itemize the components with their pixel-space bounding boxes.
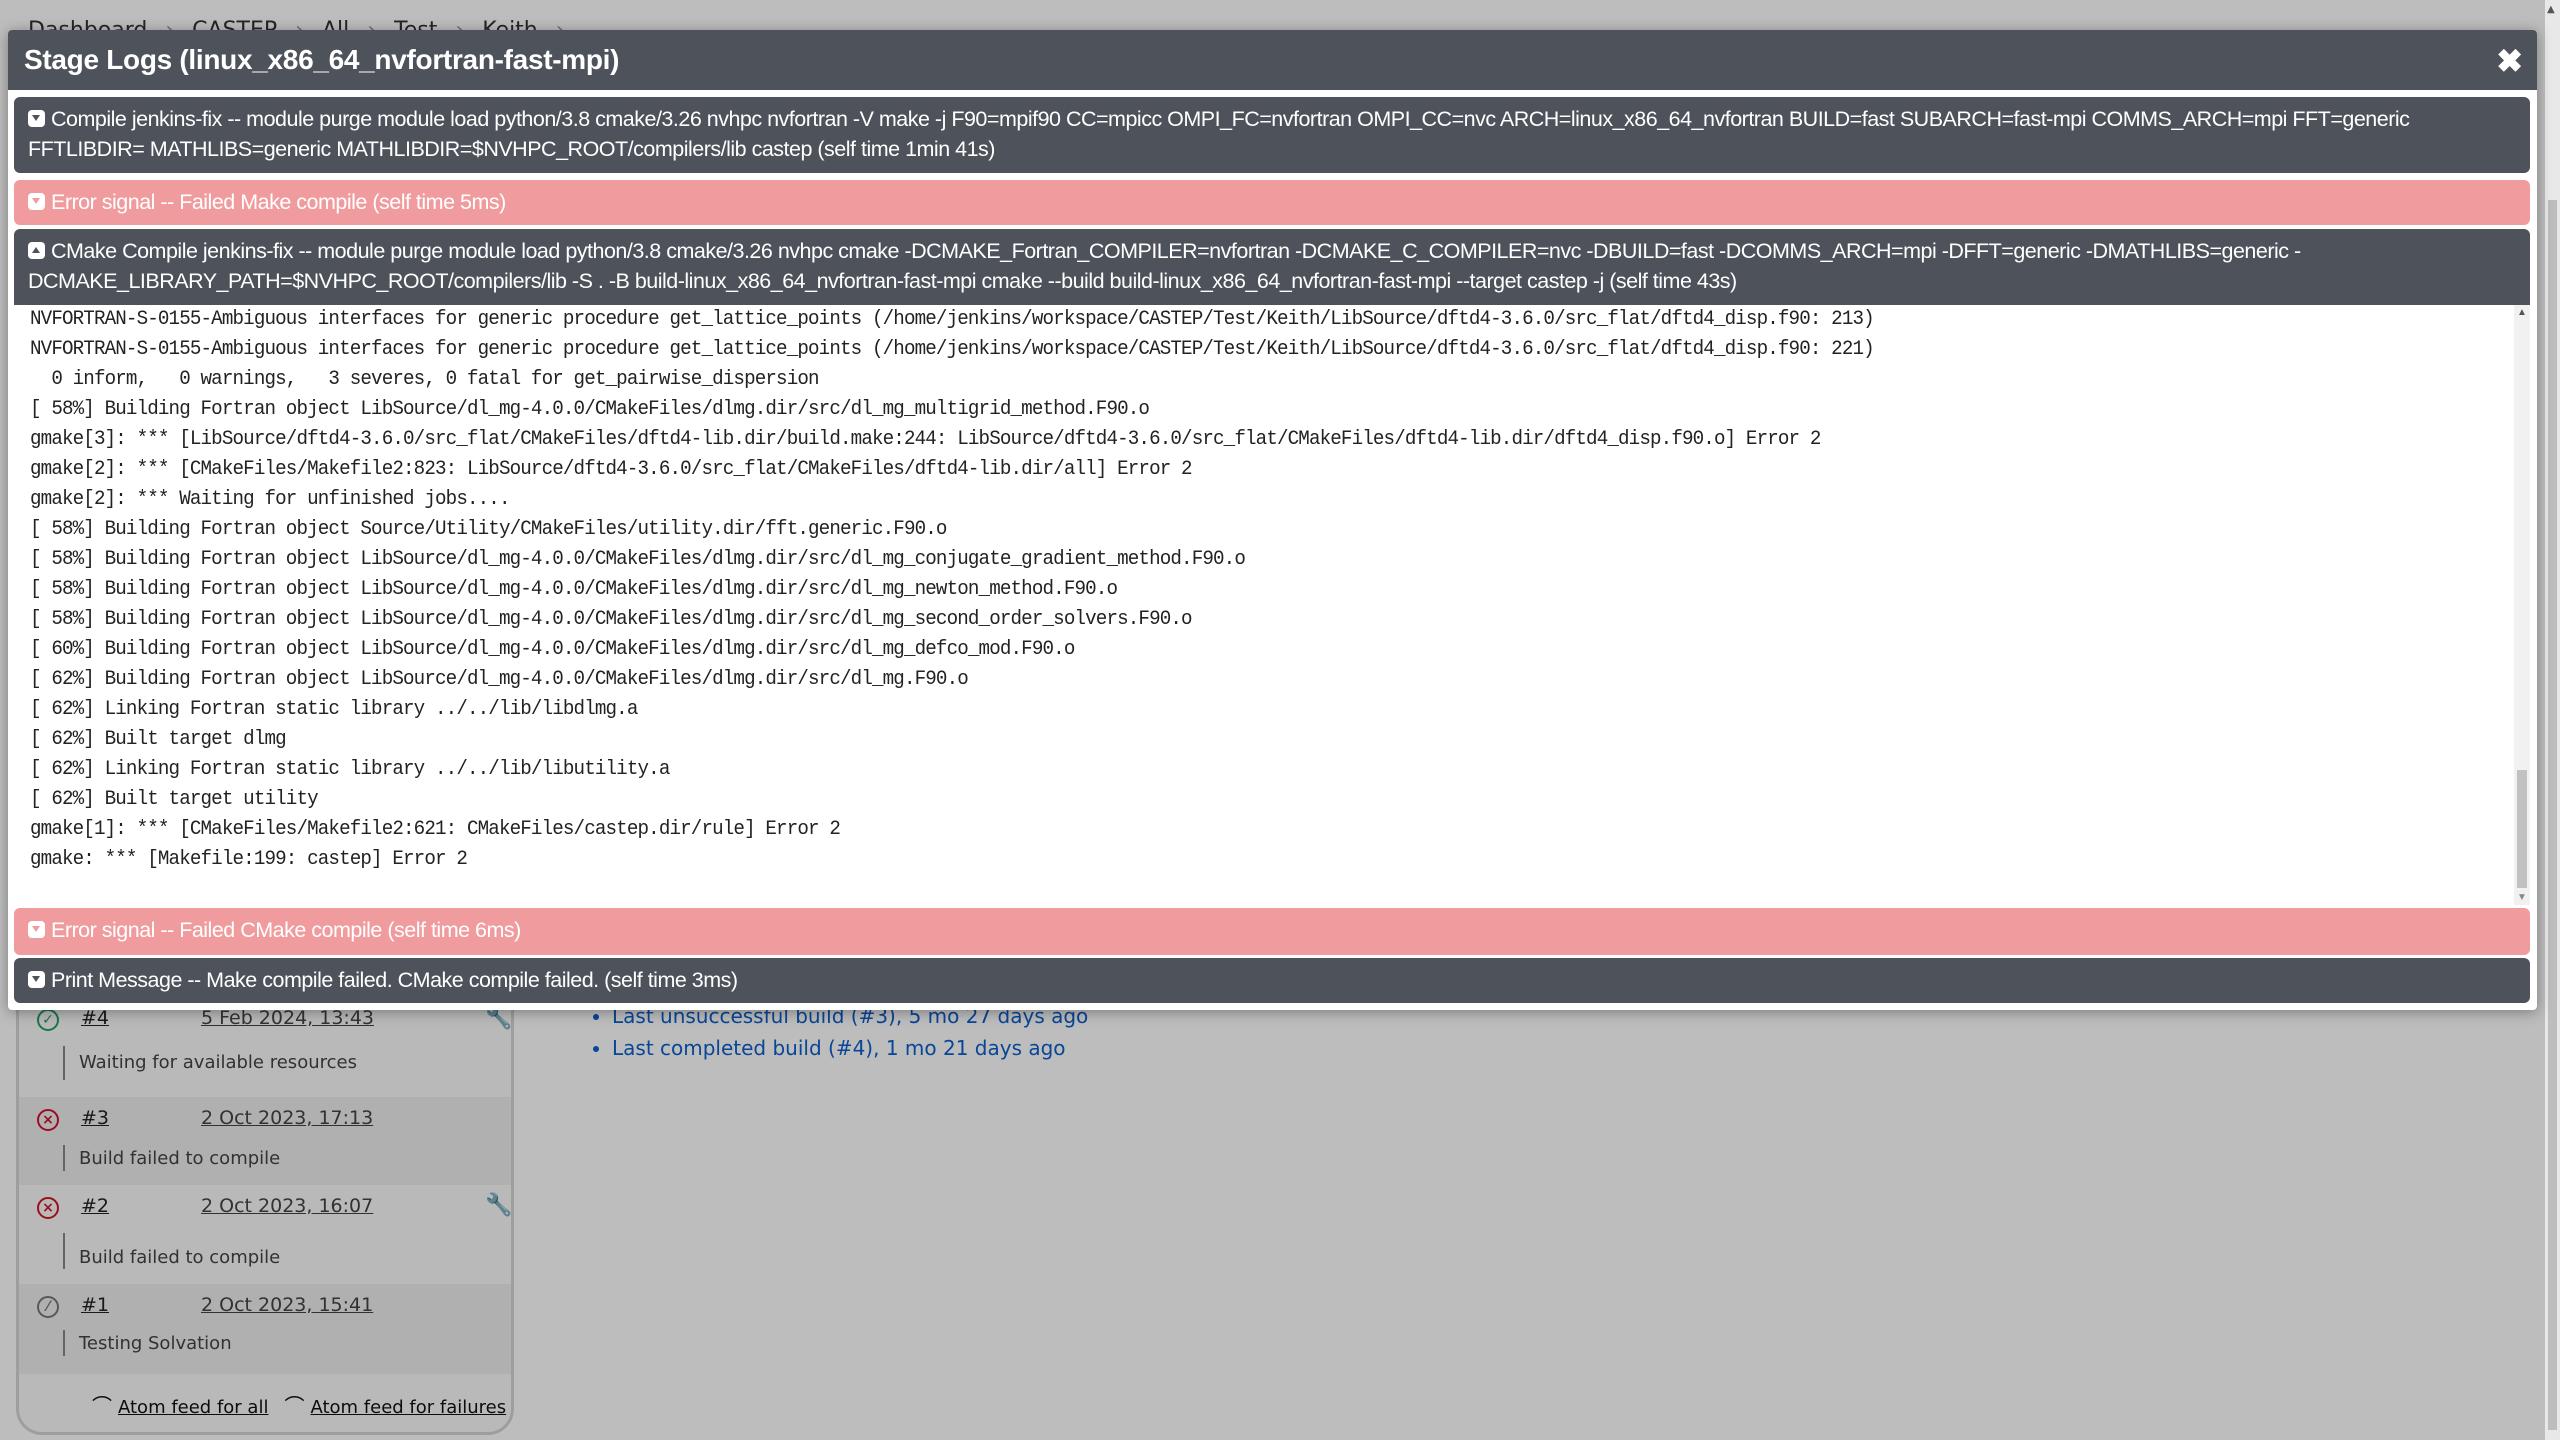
log-line: [ 58%] Building Fortran object LibSource… [30, 398, 1150, 421]
log-scrollbar-thumb[interactable] [2517, 770, 2527, 888]
log-line: [ 62%] Linking Fortran static library ..… [30, 698, 638, 721]
log-line: NVFORTRAN-S-0155-Ambiguous interfaces fo… [30, 308, 1875, 331]
stage-label: Error signal -- Failed Make compile (sel… [51, 190, 506, 214]
stage-print-message[interactable]: Print Message -- Make compile failed. CM… [14, 958, 2530, 1003]
log-line: [ 58%] Building Fortran object Source/Ut… [30, 518, 947, 541]
stage-label: CMake Compile jenkins-fix -- module purg… [28, 239, 2301, 293]
log-line: gmake[2]: *** Waiting for unfinished job… [30, 488, 510, 511]
log-line: [ 62%] Built target utility [30, 788, 319, 811]
collapse-icon[interactable] [28, 242, 45, 259]
log-line: gmake[3]: *** [LibSource/dftd4-3.6.0/src… [30, 428, 1821, 451]
scroll-down-arrow-icon[interactable]: ▼ [2517, 892, 2527, 903]
log-line: [ 58%] Building Fortran object LibSource… [30, 608, 1193, 631]
page-scrollbar[interactable]: ▲ [2545, 0, 2560, 1440]
stage-error-cmake[interactable]: Error signal -- Failed CMake compile (se… [14, 908, 2530, 955]
log-line: [ 62%] Linking Fortran static library ..… [30, 758, 670, 781]
log-line: [ 62%] Built target dlmg [30, 728, 287, 751]
log-line: [ 58%] Building Fortran object LibSource… [30, 548, 1246, 571]
modal-title: Stage Logs (linux_x86_64_nvfortran-fast-… [24, 44, 620, 75]
log-line: gmake: *** [Makefile:199: castep] Error … [30, 848, 468, 871]
log-scrollbar[interactable]: ▲ ▼ [2514, 305, 2530, 905]
stage-label: Error signal -- Failed CMake compile (se… [51, 918, 521, 942]
stage-label: Compile jenkins-fix -- module purge modu… [28, 107, 2410, 161]
stage-compile[interactable]: Compile jenkins-fix -- module purge modu… [14, 97, 2530, 173]
log-text: NVFORTRAN-S-0155-Ambiguous interfaces fo… [30, 305, 1875, 875]
expand-icon[interactable] [28, 193, 45, 210]
expand-icon[interactable] [28, 921, 45, 938]
log-line: [ 62%] Building Fortran object LibSource… [30, 668, 969, 691]
log-line: 0 inform, 0 warnings, 3 severes, 0 fatal… [30, 368, 819, 391]
log-line: NVFORTRAN-S-0155-Ambiguous interfaces fo… [30, 338, 1875, 361]
log-line: gmake[1]: *** [CMakeFiles/Makefile2:621:… [30, 818, 841, 841]
scroll-up-arrow-icon[interactable]: ▲ [2547, 4, 2555, 15]
log-line: gmake[2]: *** [CMakeFiles/Makefile2:823:… [30, 458, 1193, 481]
modal-header: Stage Logs (linux_x86_64_nvfortran-fast-… [8, 30, 2537, 90]
stage-cmake-compile[interactable]: CMake Compile jenkins-fix -- module purg… [14, 229, 2530, 305]
stage-log-output[interactable]: NVFORTRAN-S-0155-Ambiguous interfaces fo… [14, 305, 2530, 905]
stage-error-make[interactable]: Error signal -- Failed Make compile (sel… [14, 180, 2530, 225]
log-line: [ 58%] Building Fortran object LibSource… [30, 578, 1118, 601]
stage-logs-modal: Stage Logs (linux_x86_64_nvfortran-fast-… [8, 30, 2537, 1010]
scroll-up-arrow-icon[interactable]: ▲ [2517, 307, 2527, 318]
log-line: [ 60%] Building Fortran object LibSource… [30, 638, 1075, 661]
close-icon[interactable]: ✖ [2496, 42, 2523, 80]
expand-icon[interactable] [28, 110, 45, 127]
stage-label: Print Message -- Make compile failed. CM… [51, 968, 738, 992]
expand-icon[interactable] [28, 971, 45, 988]
page-scrollbar-thumb[interactable] [2548, 200, 2557, 1430]
